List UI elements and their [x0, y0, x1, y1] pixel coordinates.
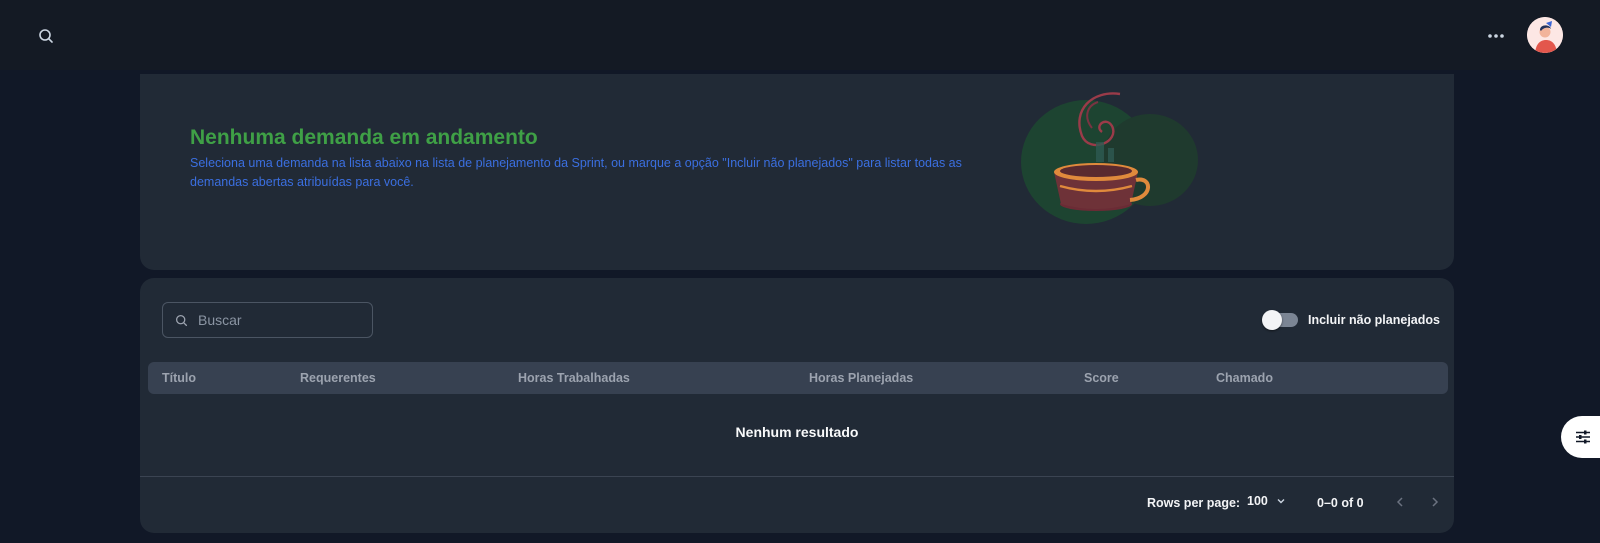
column-header-title[interactable]: Título — [162, 371, 196, 385]
empty-state-title: Nenhuma demanda em andamento — [190, 126, 538, 149]
empty-state-description: Seleciona uma demanda na lista abaixo na… — [190, 156, 962, 189]
include-unplanned-label: Incluir não planejados — [1308, 313, 1440, 327]
column-header-planned-hours[interactable]: Horas Planejadas — [809, 371, 913, 385]
table-header: Título Requerentes Horas Trabalhadas Hor… — [148, 362, 1448, 394]
next-page-button[interactable] — [1425, 492, 1445, 512]
chevron-down-icon — [1277, 499, 1285, 504]
chevron-right-icon — [1432, 497, 1439, 507]
divider — [140, 476, 1454, 477]
rows-per-page-label: Rows per page: — [1147, 496, 1241, 510]
top-bar — [0, 0, 1600, 70]
coffee-cup-illustration — [1012, 88, 1202, 228]
column-header-ticket[interactable]: Chamado — [1216, 371, 1273, 385]
previous-page-button[interactable] — [1390, 492, 1410, 512]
demands-table-card: Incluir não planejados Título Requerente… — [140, 278, 1454, 533]
search-input[interactable] — [198, 312, 358, 328]
search-icon — [175, 314, 188, 326]
rows-per-page-value: 100 — [1247, 494, 1268, 508]
search-icon[interactable] — [34, 24, 58, 48]
more-horizontal-icon[interactable] — [1484, 24, 1508, 48]
empty-state-card: Nenhuma demanda em andamento Seleciona u… — [140, 74, 1454, 270]
search-field[interactable] — [162, 302, 373, 338]
sliders-icon — [1576, 430, 1590, 444]
column-header-score[interactable]: Score — [1084, 371, 1119, 385]
include-unplanned-toggle[interactable] — [1262, 310, 1298, 330]
include-unplanned-control: Incluir não planejados — [1262, 310, 1440, 330]
settings-drawer-button[interactable] — [1561, 416, 1600, 458]
rows-per-page-select[interactable]: 100 — [1247, 494, 1286, 508]
chevron-left-icon — [1396, 497, 1403, 507]
toggle-knob[interactable] — [1262, 310, 1282, 330]
avatar[interactable] — [1527, 17, 1563, 53]
empty-results-text: Nenhum resultado — [735, 424, 859, 440]
column-header-requesters[interactable]: Requerentes — [300, 371, 376, 385]
pagination-range: 0–0 of 0 — [1317, 496, 1364, 510]
column-header-worked-hours[interactable]: Horas Trabalhadas — [518, 371, 630, 385]
